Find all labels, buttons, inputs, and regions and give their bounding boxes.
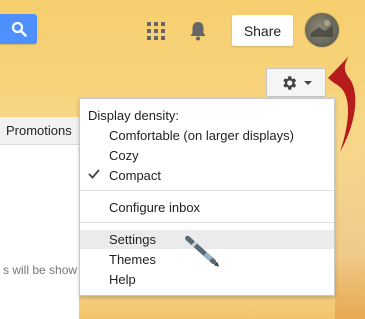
avatar-image-icon (311, 20, 333, 37)
menu-item-help[interactable]: Help (109, 272, 136, 287)
share-button[interactable]: Share (232, 15, 293, 46)
settings-gear-button[interactable] (266, 68, 326, 97)
tab-promotions-label: Promotions (6, 123, 72, 138)
empty-list-message: s will be show (3, 263, 78, 277)
menu-separator (80, 222, 334, 223)
pen-pointer-icon (185, 235, 220, 267)
menu-item-cozy[interactable]: Cozy (109, 148, 139, 163)
menu-item-configure-inbox[interactable]: Configure inbox (109, 200, 200, 215)
menu-item-themes[interactable]: Themes (109, 252, 156, 267)
share-button-label: Share (243, 22, 282, 39)
search-button[interactable] (0, 14, 37, 44)
checkmark-icon (88, 169, 100, 179)
tab-promotions[interactable]: Promotions (0, 117, 78, 145)
account-avatar[interactable] (305, 13, 339, 47)
chevron-down-icon (304, 80, 312, 85)
background-theme-shadow (335, 130, 365, 319)
apps-grid-icon[interactable] (147, 22, 165, 40)
menu-item-comfortable[interactable]: Comfortable (on larger displays) (109, 128, 294, 143)
notifications-bell-icon[interactable] (188, 20, 208, 42)
display-density-heading: Display density: (88, 108, 180, 123)
menu-item-settings[interactable]: Settings (109, 232, 156, 247)
search-icon (11, 21, 27, 37)
menu-separator (80, 190, 334, 191)
menu-item-compact[interactable]: Compact (109, 168, 161, 183)
gear-icon (283, 75, 297, 90)
message-list-panel (0, 117, 79, 319)
